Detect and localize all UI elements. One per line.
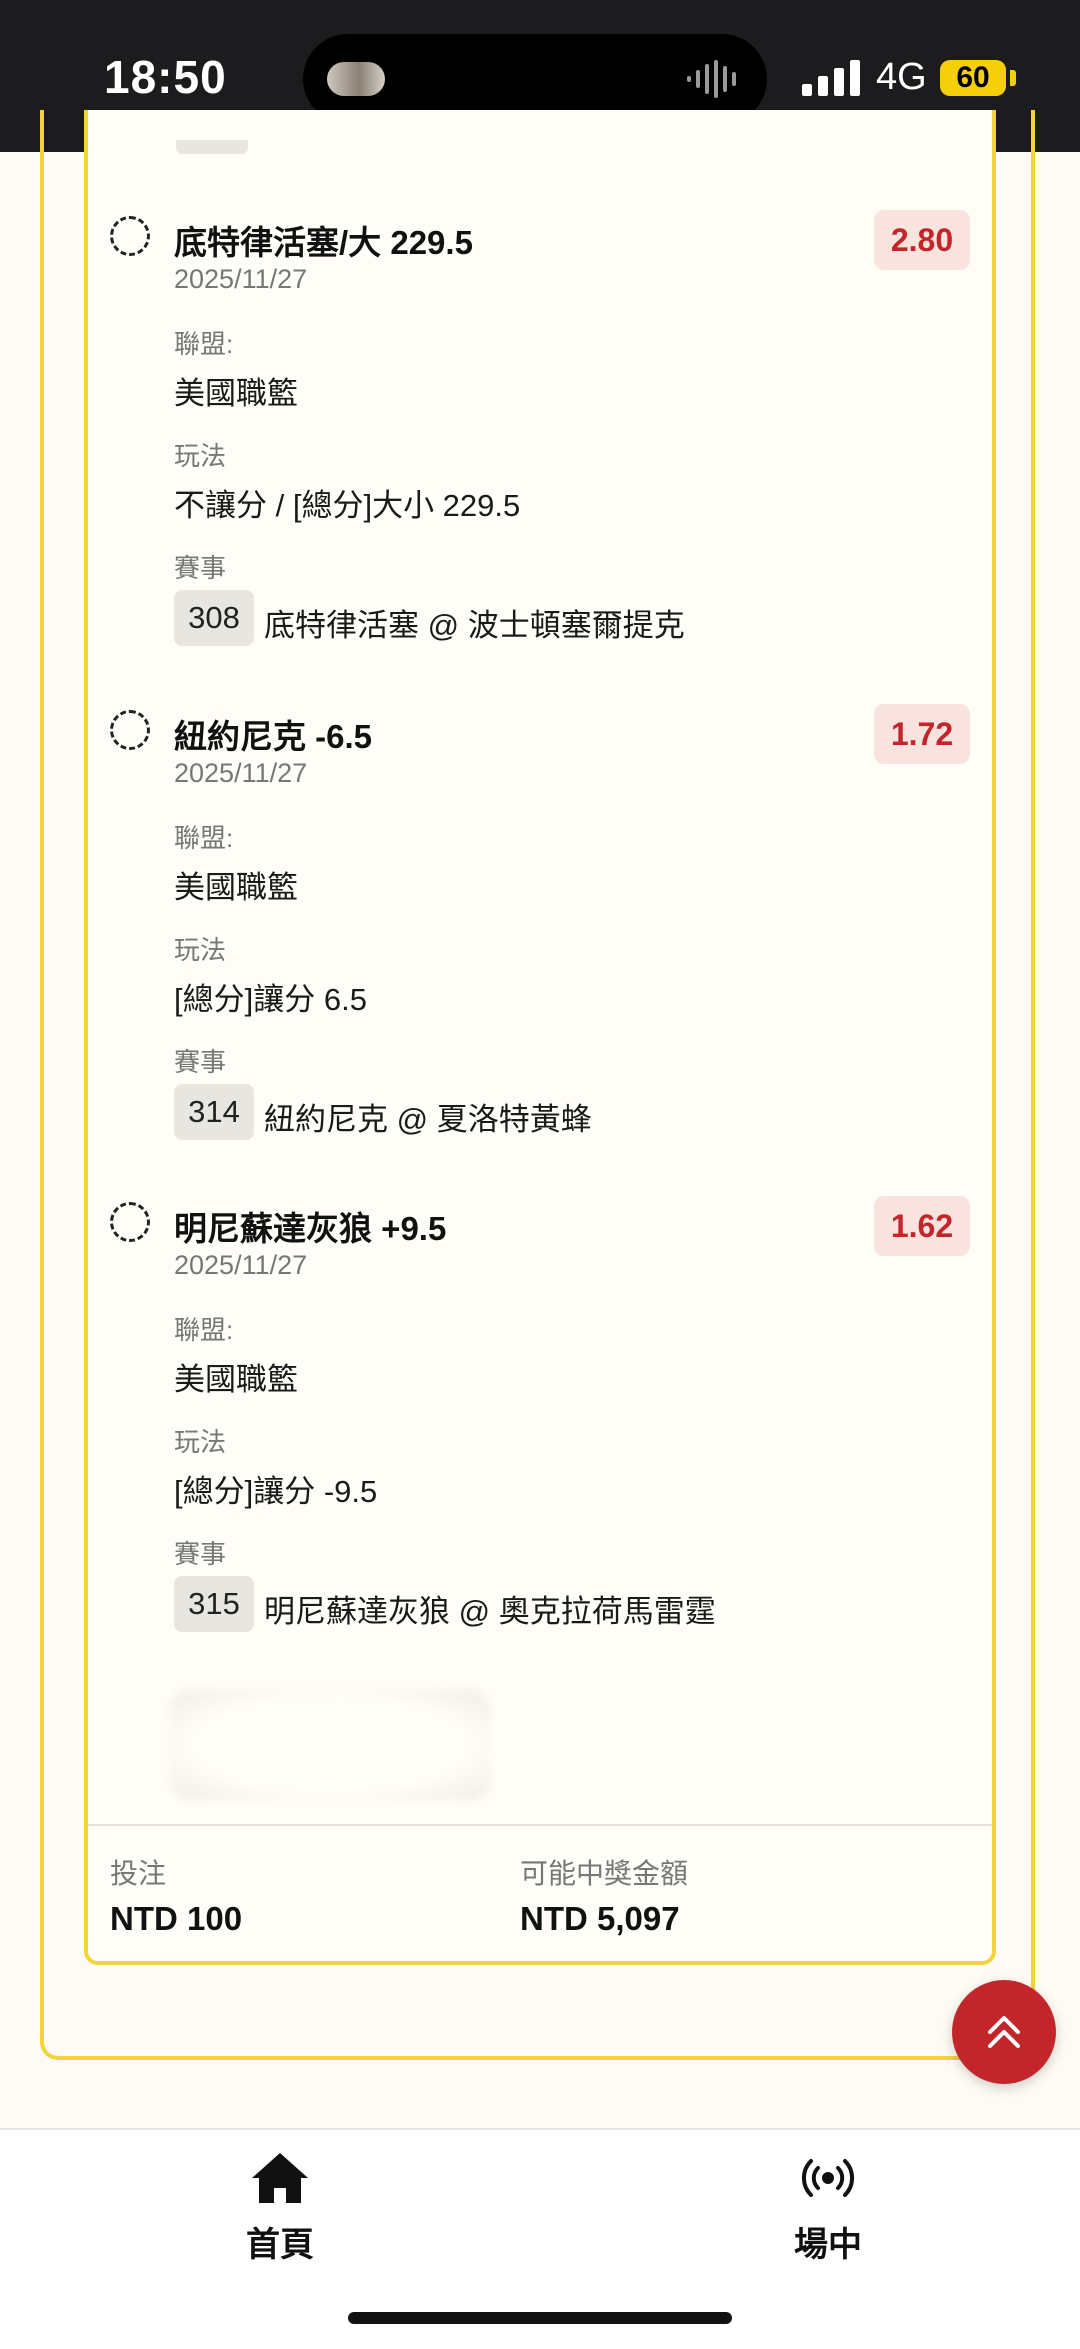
league-label: 聯盟: bbox=[174, 823, 234, 853]
bet-selection-title: 紐約尼克 -6.5 bbox=[174, 718, 373, 755]
play-type-label: 玩法 bbox=[174, 1427, 227, 1457]
previous-item-remnant bbox=[176, 140, 248, 154]
play-type-label: 玩法 bbox=[174, 441, 227, 471]
stake-value: NTD 100 bbox=[110, 1900, 243, 1937]
league-label: 聯盟: bbox=[174, 1315, 234, 1345]
potential-payout-value: NTD 5,097 bbox=[520, 1900, 680, 1937]
play-type-value: [總分]讓分 6.5 bbox=[174, 982, 367, 1017]
match-name: 明尼蘇達灰狼 @ 奧克拉荷馬雷霆 bbox=[264, 1594, 716, 1629]
play-type-label: 玩法 bbox=[174, 935, 227, 965]
bet-date: 2025/11/27 bbox=[174, 1250, 308, 1280]
odds-badge: 1.62 bbox=[874, 1196, 970, 1256]
league-label: 聯盟: bbox=[174, 329, 234, 359]
league-value: 美國職籃 bbox=[174, 870, 298, 905]
bet-date: 2025/11/27 bbox=[174, 758, 308, 788]
stake-label: 投注 bbox=[110, 1858, 167, 1889]
match-label: 賽事 bbox=[174, 553, 227, 583]
status-time: 18:50 bbox=[104, 51, 227, 103]
potential-payout-label: 可能中獎金額 bbox=[520, 1858, 689, 1889]
match-label: 賽事 bbox=[174, 1047, 227, 1077]
bet-selection-title: 明尼蘇達灰狼 +9.5 bbox=[174, 1210, 447, 1247]
bet-selection-title: 底特律活塞/大 229.5 bbox=[174, 224, 473, 261]
redacted-info bbox=[170, 1690, 490, 1800]
audio-wave-icon bbox=[687, 60, 736, 98]
match-number: 314 bbox=[174, 1084, 254, 1140]
home-indicator bbox=[348, 2312, 732, 2324]
tab-home-label: 首頁 bbox=[246, 2226, 314, 2264]
odds-badge: 1.72 bbox=[874, 704, 970, 764]
bet-date: 2025/11/27 bbox=[174, 264, 308, 294]
league-value: 美國職籃 bbox=[174, 376, 298, 411]
match-label: 賽事 bbox=[174, 1539, 227, 1569]
battery-tip bbox=[1010, 70, 1016, 86]
live-broadcast-icon bbox=[801, 2159, 855, 2197]
divider bbox=[88, 1824, 992, 1826]
now-playing-thumbnail bbox=[327, 62, 385, 96]
match-name: 底特律活塞 @ 波士頓塞爾提克 bbox=[264, 608, 685, 643]
play-type-value: 不讓分 / [總分]大小 229.5 bbox=[174, 488, 521, 523]
play-type-value: [總分]讓分 -9.5 bbox=[174, 1474, 378, 1509]
cellular-signal-icon bbox=[802, 60, 860, 96]
league-value: 美國職籃 bbox=[174, 1362, 298, 1397]
pending-status-icon bbox=[110, 710, 150, 750]
match-number: 315 bbox=[174, 1576, 254, 1632]
network-type: 4G bbox=[876, 56, 927, 98]
match-name: 紐約尼克 @ 夏洛特黃蜂 bbox=[264, 1102, 592, 1137]
double-chevron-up-icon bbox=[988, 2016, 1020, 2048]
tab-live[interactable]: 場中 bbox=[728, 2150, 928, 2266]
battery-icon: 60 bbox=[940, 60, 1006, 96]
odds-badge: 2.80 bbox=[874, 210, 970, 270]
scroll-to-top-button[interactable] bbox=[952, 1980, 1056, 2084]
match-number: 308 bbox=[174, 590, 254, 646]
home-icon bbox=[252, 2153, 308, 2203]
pending-status-icon bbox=[110, 216, 150, 256]
tab-live-label: 場中 bbox=[794, 2226, 862, 2264]
pending-status-icon bbox=[110, 1202, 150, 1242]
tab-home[interactable]: 首頁 bbox=[180, 2150, 380, 2266]
